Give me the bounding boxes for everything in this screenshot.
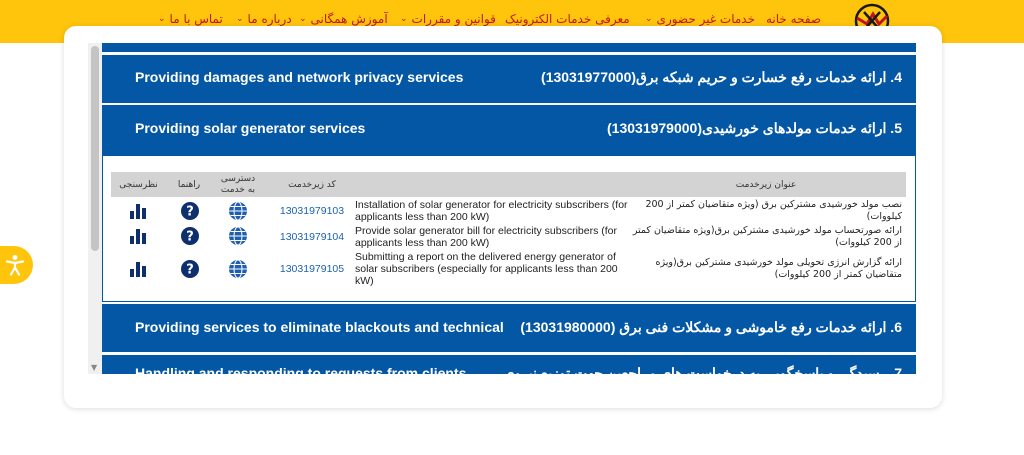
row-fa-title: ارائه گزارش انرژی تحویلی مولد خورشیدی مش… <box>655 257 902 280</box>
bar-chart-icon[interactable] <box>129 227 147 245</box>
row-fa-title: نصب مولد خورشیدی مشترکین برق (ویژه متقاض… <box>645 199 902 222</box>
vertical-scrollbar[interactable]: ▼ <box>88 43 102 374</box>
row-en-title: Provide solar generator bill for electri… <box>355 225 618 249</box>
bar-chart-icon[interactable] <box>129 202 147 220</box>
subservice-panel: عنوان زیرخدمت کد زیرخدمت دسترسی به خدمت … <box>102 155 916 302</box>
row-code-link[interactable]: 13031979104 <box>277 231 347 243</box>
globe-icon[interactable] <box>228 226 248 246</box>
globe-icon[interactable] <box>228 259 248 279</box>
service-title-en: Providing damages and network privacy se… <box>135 69 464 85</box>
subservice-table-header: عنوان زیرخدمت کد زیرخدمت دسترسی به خدمت … <box>111 172 906 197</box>
accessibility-button[interactable] <box>0 246 33 284</box>
svg-text:?: ? <box>186 205 194 220</box>
service-title-en: Providing solar generator services <box>135 120 366 136</box>
row-code-link[interactable]: 13031979103 <box>277 205 347 217</box>
chevron-down-icon: ⌄ <box>158 14 166 24</box>
header-access-line2: به خدمت <box>220 185 256 195</box>
row-en-title: Installation of solar generator for elec… <box>355 199 628 223</box>
scroll-down-arrow-icon[interactable]: ▼ <box>91 363 97 372</box>
table-row: ارائه صورتحساب مولد خورشیدی مشترکین برق(… <box>111 224 906 250</box>
nav-contact-label[interactable]: تماس با ما <box>170 12 223 26</box>
row-en-title: Submitting a report on the delivered ene… <box>355 251 618 287</box>
nav-eservices-label[interactable]: معرفی خدمات الکترونیک <box>505 12 630 26</box>
accessibility-icon <box>5 255 25 276</box>
service-band-3[interactable] <box>102 43 916 52</box>
service-title-en: Providing services to eliminate blackout… <box>135 319 504 335</box>
globe-icon[interactable] <box>228 201 248 221</box>
chevron-down-icon: ⌄ <box>400 14 408 24</box>
table-row: نصب مولد خورشیدی مشترکین برق (ویژه متقاض… <box>111 198 906 224</box>
bar-chart-icon[interactable] <box>129 260 147 278</box>
header-survey: نظرسنجی <box>119 180 158 190</box>
header-access-line1: دسترسی <box>220 174 256 184</box>
service-title-fa: 4. ارائه خدمات رفع خسارت و حریم شبکه برق… <box>541 69 902 85</box>
nav-education-label[interactable]: آموزش همگانی <box>311 12 388 26</box>
table-row: ارائه گزارش انرژی تحویلی مولد خورشیدی مش… <box>111 251 906 289</box>
nav-laws-label[interactable]: قوانین و مقررات <box>412 12 496 26</box>
service-title-fa: 7. رسیدگی و پاسخگویی به درخواست های مراج… <box>503 365 902 374</box>
header-guide: راهنما <box>177 180 201 190</box>
row-code-link[interactable]: 13031979105 <box>277 263 347 275</box>
header-title: عنوان زیرخدمت <box>735 180 797 190</box>
chevron-down-icon: ⌄ <box>236 14 244 24</box>
chevron-down-icon: ⌄ <box>299 14 307 24</box>
question-circle-icon[interactable]: ? <box>180 259 200 279</box>
service-band-4[interactable]: Providing damages and network privacy se… <box>102 55 916 103</box>
scrollbar-thumb[interactable] <box>91 46 99 251</box>
svg-text:?: ? <box>186 263 194 278</box>
service-band-6[interactable]: Providing services to eliminate blackout… <box>102 304 916 352</box>
service-title-fa: 5. ارائه خدمات مولدهای خورشیدی(130319790… <box>607 120 902 136</box>
nav-nonpresence-label[interactable]: خدمات غیر حضوری <box>657 12 755 26</box>
question-circle-icon[interactable]: ? <box>180 226 200 246</box>
row-fa-title: ارائه صورتحساب مولد خورشیدی مشترکین برق(… <box>632 225 902 248</box>
service-band-7[interactable]: Handling and responding to requests from… <box>102 355 916 374</box>
service-band-5[interactable]: Providing solar generator services 5. ار… <box>102 105 916 155</box>
service-title-fa: 6. ارائه خدمات رفع خاموشی و مشکلات فنی ب… <box>520 319 902 335</box>
svg-text:?: ? <box>186 230 194 245</box>
services-scroll-area[interactable]: ▼ Providing damages and network privacy … <box>88 43 917 374</box>
header-code: کد زیرخدمت <box>288 180 336 190</box>
nav-home-label[interactable]: صفحه خانه <box>766 12 821 26</box>
nav-about-label[interactable]: درباره ما <box>248 12 292 26</box>
question-circle-icon[interactable]: ? <box>180 201 200 221</box>
service-title-en: Handling and responding to requests from… <box>135 365 467 374</box>
chevron-down-icon: ⌄ <box>645 14 653 24</box>
